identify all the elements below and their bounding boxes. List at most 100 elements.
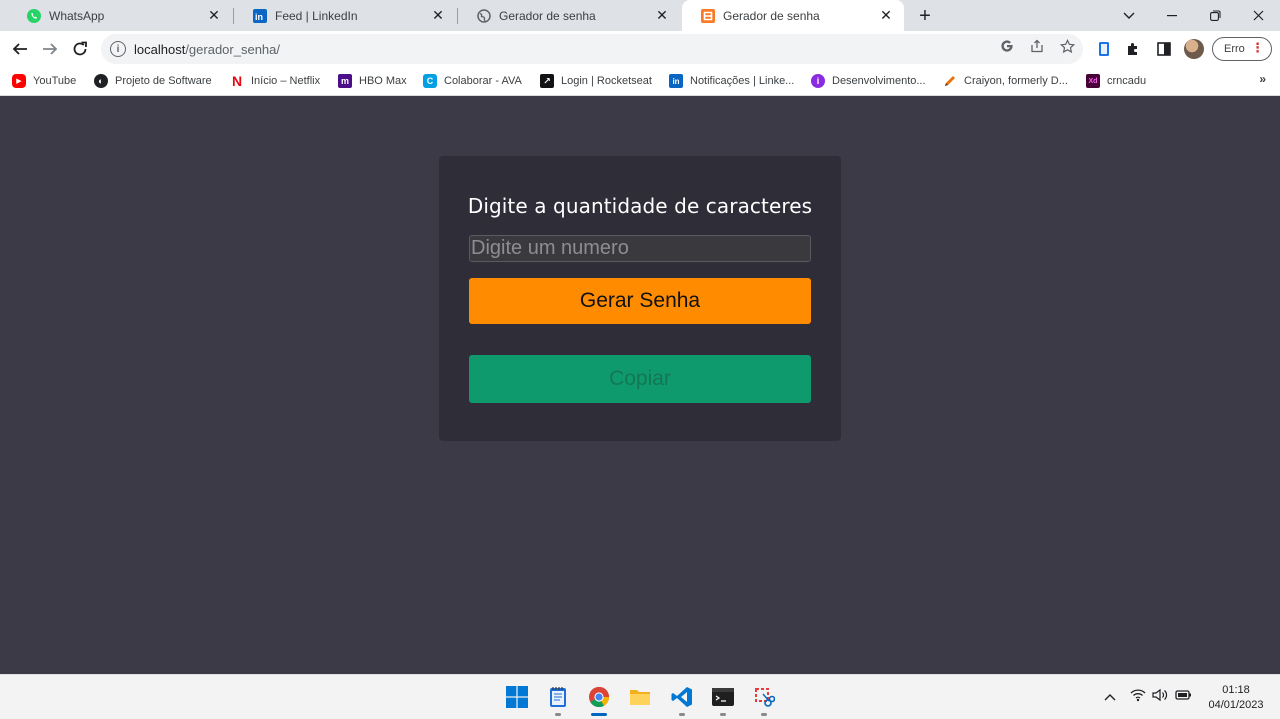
- running-indicator: [679, 713, 685, 716]
- rocketseat-icon: ↗: [540, 74, 554, 88]
- more-bookmarks-button[interactable]: »: [1259, 72, 1266, 86]
- new-tab-button[interactable]: +: [914, 5, 936, 27]
- url-path: /gerador_senha/: [185, 41, 280, 57]
- page-heading: Digite a quantidade de caracteres: [467, 194, 813, 218]
- vscode-icon[interactable]: [670, 685, 694, 709]
- bookmark-label: crncadu: [1107, 75, 1147, 87]
- linkedin-icon: in: [252, 8, 268, 24]
- notepad-icon[interactable]: [546, 685, 570, 709]
- extension-translate-icon[interactable]: [1096, 40, 1114, 58]
- globe-icon: ◐: [94, 74, 108, 88]
- side-panel-icon[interactable]: [1155, 40, 1173, 58]
- running-indicator: [720, 713, 726, 716]
- bookmark-label: Login | Rocketseat: [561, 75, 652, 87]
- generate-password-button[interactable]: Gerar Senha: [469, 278, 811, 324]
- running-indicator: [761, 713, 767, 716]
- bookmark-craiyon[interactable]: Craiyon, formerly D...: [943, 72, 1068, 90]
- svg-text:in: in: [255, 12, 263, 22]
- wifi-icon[interactable]: [1130, 688, 1146, 705]
- windows-start-icon[interactable]: [505, 685, 529, 709]
- google-lens-icon[interactable]: [999, 38, 1015, 54]
- running-indicator: [555, 713, 561, 716]
- active-indicator: [591, 713, 607, 716]
- snipping-tool-icon[interactable]: [752, 685, 776, 709]
- bookmark-label: HBO Max: [359, 75, 407, 87]
- address-bar[interactable]: i localhost/gerador_senha/: [101, 34, 1083, 64]
- character-count-input[interactable]: [469, 235, 811, 262]
- close-icon[interactable]: ✕: [206, 7, 222, 24]
- hbomax-icon: m: [338, 74, 352, 88]
- windows-taskbar: 01:18 04/01/2023: [0, 674, 1280, 719]
- password-generator-card: Digite a quantidade de caracteres Gerar …: [439, 156, 841, 441]
- bookmark-label: Desenvolvimento...: [832, 75, 926, 87]
- menu-dots-icon[interactable]: ⋮: [1251, 40, 1264, 56]
- error-label: Erro: [1224, 43, 1245, 55]
- bookmark-colaborar-ava[interactable]: C Colaborar - AVA: [423, 72, 522, 90]
- dev-icon: i: [811, 74, 825, 88]
- bookmark-projeto-de-software[interactable]: ◐ Projeto de Software: [94, 72, 212, 90]
- bookmark-netflix[interactable]: N Início – Netflix: [230, 72, 320, 90]
- linkedin-icon: in: [669, 74, 683, 88]
- tab-whatsapp[interactable]: WhatsApp ✕: [8, 0, 232, 31]
- bookmark-label: Colaborar - AVA: [444, 75, 522, 87]
- tab-gerador-senha-active[interactable]: Gerador de senha ✕: [682, 0, 904, 31]
- back-icon[interactable]: [7, 36, 33, 62]
- chevron-up-icon[interactable]: [1104, 689, 1116, 704]
- tab-title: Gerador de senha: [723, 8, 820, 23]
- error-button[interactable]: Erro ⋮: [1212, 37, 1272, 61]
- bookmark-label: YouTube: [33, 75, 77, 87]
- reload-icon[interactable]: [67, 36, 93, 62]
- profile-avatar[interactable]: [1184, 39, 1204, 59]
- terminal-icon[interactable]: [711, 685, 735, 709]
- whatsapp-icon: [26, 8, 42, 24]
- bookmark-notificacoes-linkedin[interactable]: in Notificações | Linke...: [669, 72, 794, 90]
- close-icon[interactable]: ✕: [878, 7, 894, 24]
- clock-time: 01:18: [1222, 684, 1250, 696]
- close-icon[interactable]: ✕: [654, 7, 670, 24]
- tab-title: Feed | LinkedIn: [275, 8, 358, 23]
- close-icon[interactable]: ✕: [430, 7, 446, 24]
- bookmark-youtube[interactable]: ▶ YouTube: [12, 72, 76, 90]
- bookmark-label: Projeto de Software: [115, 75, 212, 87]
- close-window-icon[interactable]: [1236, 0, 1280, 31]
- tab-gerador-senha[interactable]: Gerador de senha ✕: [458, 0, 680, 31]
- star-icon[interactable]: [1059, 38, 1075, 54]
- bookmarks-bar: ▶ YouTube ◐ Projeto de Software N Início…: [0, 67, 1280, 96]
- tab-title: WhatsApp: [49, 8, 105, 23]
- globe-icon: [476, 8, 492, 24]
- netflix-icon: N: [231, 73, 243, 89]
- youtube-icon: ▶: [12, 74, 26, 88]
- bookmark-desenvolvimento[interactable]: i Desenvolvimento...: [811, 72, 926, 90]
- volume-icon[interactable]: [1152, 688, 1168, 705]
- tab-linkedin[interactable]: in Feed | LinkedIn ✕: [234, 0, 456, 31]
- xampp-icon: [700, 8, 716, 24]
- file-explorer-icon[interactable]: [628, 685, 652, 709]
- system-clock[interactable]: 01:18 04/01/2023: [1200, 683, 1272, 713]
- bookmark-hbo-max[interactable]: m HBO Max: [338, 72, 407, 90]
- bookmark-rocketseat[interactable]: ↗ Login | Rocketseat: [540, 72, 652, 90]
- battery-icon[interactable]: [1175, 688, 1192, 705]
- copy-button[interactable]: Copiar: [469, 355, 811, 403]
- chevron-down-icon[interactable]: [1107, 0, 1151, 31]
- info-icon[interactable]: i: [110, 41, 126, 57]
- bookmark-label: Início – Netflix: [251, 75, 321, 87]
- extensions-puzzle-icon[interactable]: [1125, 40, 1143, 58]
- page-content: Digite a quantidade de caracteres Gerar …: [0, 96, 1280, 674]
- xd-icon: Xd: [1086, 74, 1100, 88]
- clock-date: 04/01/2023: [1208, 699, 1264, 711]
- pencil-icon: [943, 74, 957, 88]
- bookmark-label: Craiyon, formerly D...: [964, 75, 1068, 87]
- bookmark-label: Notificações | Linke...: [690, 75, 795, 87]
- colaborar-icon: C: [423, 74, 437, 88]
- bookmark-crncadu[interactable]: Xd crncadu: [1086, 72, 1146, 90]
- url-host: localhost: [134, 41, 186, 57]
- tab-title: Gerador de senha: [499, 8, 596, 23]
- tab-strip: WhatsApp ✕ in Feed | LinkedIn ✕ Gerador …: [0, 0, 1280, 31]
- chrome-icon[interactable]: [587, 685, 611, 709]
- share-icon[interactable]: [1029, 38, 1045, 54]
- restore-icon[interactable]: [1193, 0, 1237, 31]
- browser-toolbar: i localhost/gerador_senha/ Erro ⋮: [0, 31, 1280, 67]
- url-text: localhost/gerador_senha/: [134, 42, 280, 57]
- minimize-icon[interactable]: [1150, 0, 1194, 31]
- forward-icon[interactable]: [37, 36, 63, 62]
